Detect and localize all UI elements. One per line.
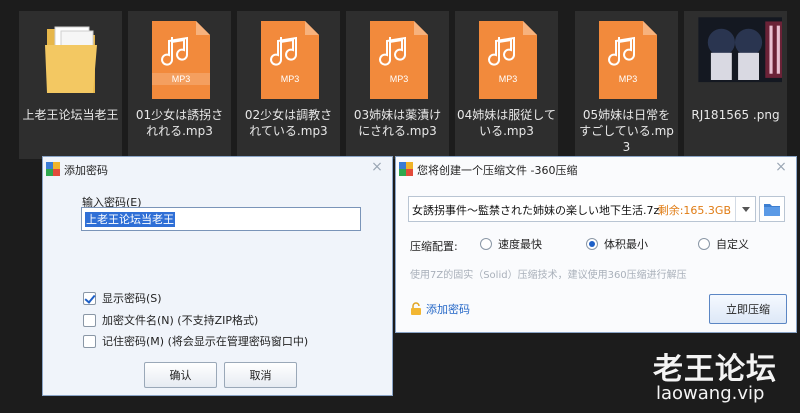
- file-tile-mp3-04[interactable]: MP3 04姉妹は服従している.mp3: [455, 11, 558, 159]
- compression-hint: 使用7Z的固实（Solid）压缩技术，建议使用360压缩进行解压: [410, 270, 687, 281]
- password-input[interactable]: 上老王论坛当老王: [81, 207, 361, 231]
- password-input-value: 上老王论坛当老王: [85, 212, 175, 227]
- radio-unselected: [698, 238, 710, 250]
- radio-label: 自定义: [716, 238, 749, 251]
- file-name: 上老王论坛当老王: [22, 108, 119, 122]
- checkbox-label: 记住密码(M) (将会显示在管理密码窗口中): [102, 335, 309, 348]
- confirm-button[interactable]: 确认: [144, 362, 217, 388]
- watermark-title: 老王论坛: [653, 352, 777, 387]
- radio-smallest[interactable]: 体积最小: [586, 237, 648, 251]
- file-tile-png[interactable]: RJ181565 .png: [684, 11, 787, 159]
- dialog-title-bar[interactable]: 添加密码 ×: [43, 157, 392, 181]
- compression-config-label: 压缩配置:: [410, 240, 458, 253]
- add-password-link[interactable]: 添加密码: [410, 301, 470, 317]
- file-name: 03姉妹は薬漬けにされる.mp3: [353, 108, 442, 138]
- svg-text:MP3: MP3: [619, 74, 638, 84]
- mp3-file-icon: MP3: [261, 21, 319, 99]
- remember-password-checkbox[interactable]: 记住密码(M) (将会显示在管理密码窗口中): [83, 333, 308, 349]
- dialog-title-bar[interactable]: 您将创建一个压缩文件 -360压缩 ×: [396, 157, 796, 181]
- free-space-label: 剩余:165.3GB: [657, 204, 731, 217]
- compress-now-button[interactable]: 立即压缩: [709, 294, 787, 324]
- show-password-checkbox[interactable]: 显示密码(S): [83, 290, 162, 306]
- file-name: 01少女は誘拐されれる.mp3: [135, 108, 224, 138]
- file-tile-mp3-05[interactable]: MP3 05姉妹は日常をすごしている.mp3: [575, 11, 678, 159]
- dialog-title: 您将创建一个压缩文件 -360压缩: [417, 164, 578, 177]
- file-name: 04姉妹は服従している.mp3: [457, 108, 556, 138]
- file-name: RJ181565 .png: [691, 108, 780, 122]
- checkbox-label: 加密文件名(N) (不支持ZIP格式): [102, 314, 259, 327]
- folder-icon: [45, 26, 97, 93]
- svg-text:MP3: MP3: [499, 74, 518, 84]
- svg-text:MP3: MP3: [281, 74, 300, 84]
- file-name: 05姉妹は日常をすごしている.mp3: [579, 108, 674, 154]
- close-icon[interactable]: ×: [369, 159, 385, 175]
- file-name: 02少女は調教されている.mp3: [244, 108, 333, 138]
- checkbox-unchecked: [83, 313, 96, 327]
- archive-app-icon: [46, 162, 60, 176]
- folder-icon: [764, 204, 780, 216]
- mp3-file-icon: MP3: [599, 21, 657, 99]
- watermark-url: laowang.vip: [656, 383, 765, 404]
- svg-text:MP3: MP3: [390, 74, 409, 84]
- archive-path-value: 女誘拐事件～監禁された姉妹の楽しい地下生活.7z: [412, 204, 660, 217]
- checkbox-unchecked: [83, 334, 96, 348]
- svg-text:MP3: MP3: [172, 74, 191, 84]
- file-tile-folder[interactable]: 上老王论坛当老王: [19, 11, 122, 159]
- add-password-dialog: 添加密码 × 输入密码(E) 上老王论坛当老王 显示密码(S) 加密文件名(N)…: [42, 156, 393, 396]
- mp3-file-icon: MP3: [370, 21, 428, 99]
- file-tile-mp3-02[interactable]: MP3 02少女は調教されている.mp3: [237, 11, 340, 159]
- checkbox-label: 显示密码(S): [102, 292, 162, 305]
- close-icon[interactable]: ×: [773, 159, 789, 175]
- radio-selected: [586, 238, 598, 250]
- radio-label: 体积最小: [604, 238, 648, 251]
- file-tile-mp3-01[interactable]: MP3 01少女は誘拐されれる.mp3: [128, 11, 231, 159]
- cancel-button[interactable]: 取消: [224, 362, 297, 388]
- image-thumbnail: [698, 17, 782, 83]
- browse-folder-button[interactable]: [759, 196, 785, 222]
- checkbox-checked: [83, 291, 96, 305]
- radio-label: 速度最快: [498, 238, 542, 251]
- mp3-file-icon: MP3: [479, 21, 537, 99]
- file-grid: 上老王论坛当老王 MP3 01少女は誘拐されれる.mp3 MP3 02少女は調教…: [0, 0, 800, 160]
- radio-custom[interactable]: 自定义: [698, 237, 749, 251]
- mp3-file-icon: MP3: [152, 21, 210, 99]
- radio-unselected: [480, 238, 492, 250]
- dialog-title: 添加密码: [64, 164, 108, 177]
- radio-fastest[interactable]: 速度最快: [480, 237, 542, 251]
- add-password-label: 添加密码: [426, 303, 470, 316]
- archive-path-input[interactable]: 女誘拐事件～監禁された姉妹の楽しい地下生活.7z 剩余:165.3GB: [408, 196, 756, 222]
- encrypt-filenames-checkbox[interactable]: 加密文件名(N) (不支持ZIP格式): [83, 312, 258, 328]
- file-tile-mp3-03[interactable]: MP3 03姉妹は薬漬けにされる.mp3: [346, 11, 449, 159]
- chevron-down-icon[interactable]: [735, 197, 755, 221]
- archive-app-icon: [399, 162, 413, 176]
- create-archive-dialog: 您将创建一个压缩文件 -360压缩 × 女誘拐事件～監禁された姉妹の楽しい地下生…: [395, 156, 797, 333]
- lock-icon: [411, 302, 421, 315]
